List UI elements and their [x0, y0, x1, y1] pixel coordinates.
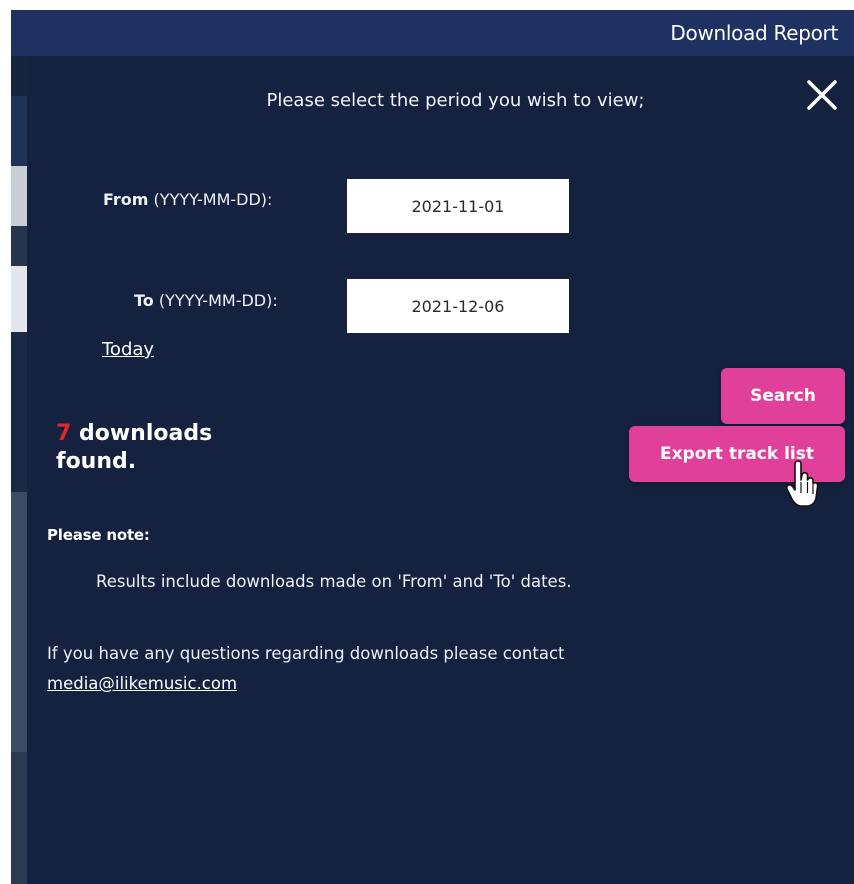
contact-text: If you have any questions regarding down… — [47, 644, 565, 663]
download-count: 7 — [56, 421, 72, 446]
download-count-result: 7 downloads found. — [56, 420, 276, 476]
to-date-input[interactable] — [347, 279, 569, 333]
to-label: To (YYYY-MM-DD): — [134, 291, 278, 310]
contact-email-link[interactable]: media@ilikemusic.com — [47, 674, 237, 693]
page-title: Download Report — [670, 21, 838, 45]
today-link[interactable]: Today — [102, 339, 154, 360]
from-label-strong: From — [103, 190, 149, 209]
from-date-input[interactable] — [347, 179, 569, 233]
period-prompt: Please select the period you wish to vie… — [266, 90, 645, 111]
top-bar: Download Report — [11, 10, 854, 56]
download-count-text: downloads — [71, 421, 213, 446]
note-title: Please note: — [47, 526, 150, 544]
note-body: Results include downloads made on 'From'… — [96, 572, 572, 591]
download-report-modal: Please select the period you wish to vie… — [27, 56, 854, 884]
hand-pointer-icon — [785, 460, 819, 507]
from-label: From (YYYY-MM-DD): — [103, 190, 272, 209]
search-button[interactable]: Search — [721, 368, 845, 424]
download-count-text-found: found. — [56, 449, 137, 474]
from-label-format: (YYYY-MM-DD): — [148, 190, 273, 209]
to-label-format: (YYYY-MM-DD): — [153, 291, 278, 310]
to-label-strong: To — [134, 291, 154, 310]
